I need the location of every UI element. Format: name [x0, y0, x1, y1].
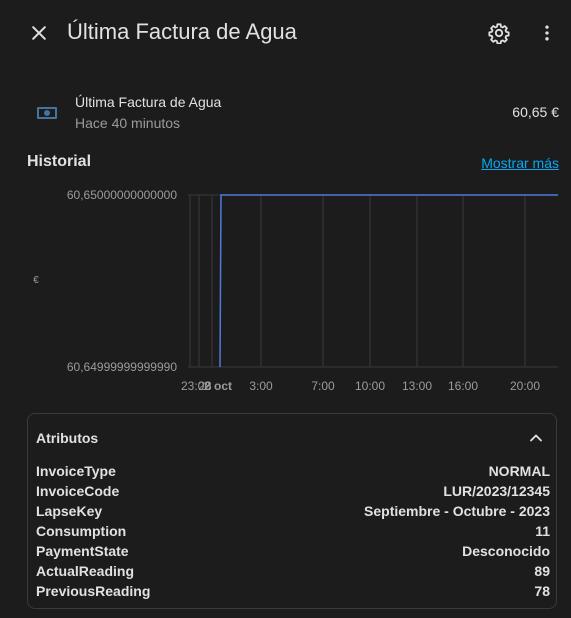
x-tick-label: 7:00 [311, 379, 335, 393]
entity-last-changed: Hace 40 minutos [75, 115, 181, 131]
entity-state: 60,65 € [512, 104, 559, 120]
attribute-key: ActualReading [36, 563, 135, 579]
attribute-key: InvoiceType [36, 463, 116, 479]
y-axis-label: € [33, 275, 39, 286]
x-tick-label: 10:00 [355, 379, 385, 393]
attribute-value: 89 [534, 563, 550, 579]
entity-name: Última Factura de Agua [75, 94, 222, 110]
x-tick-label: 3:00 [249, 379, 273, 393]
history-title: Historial [27, 153, 92, 170]
attribute-row: LapseKey Septiembre - Octubre - 2023 [36, 503, 550, 523]
attribute-value: Desconocido [462, 543, 550, 559]
attribute-value: LUR/2023/12345 [443, 483, 550, 499]
cash-icon [37, 107, 57, 119]
chevron-up-icon[interactable] [526, 428, 546, 448]
close-button[interactable] [19, 13, 59, 53]
settings-button[interactable] [479, 13, 519, 53]
attribute-row: Consumption 11 [36, 523, 550, 543]
attributes-title: Atributos [36, 430, 99, 446]
attributes-list: InvoiceType NORMAL InvoiceCode LUR/2023/123… [36, 463, 550, 603]
x-tick-label: 13:00 [402, 379, 432, 393]
attribute-value: 78 [534, 583, 550, 599]
attribute-key: PreviousReading [36, 583, 151, 599]
dialog-title: Última Factura de Agua [67, 19, 297, 44]
series-line [219, 194, 558, 368]
attribute-value: 11 [535, 523, 550, 539]
x-tick-label: 16:00 [448, 379, 478, 393]
gear-icon [488, 23, 510, 44]
attribute-key: LapseKey [36, 503, 103, 519]
attribute-row: InvoiceCode LUR/2023/12345 [36, 483, 550, 503]
show-more-link[interactable]: Mostrar más [481, 155, 559, 171]
attribute-row: PaymentState Desconocido [36, 543, 550, 563]
more-options-button[interactable] [527, 13, 567, 53]
dialog-header: Última Factura de Agua [0, 0, 571, 64]
attribute-row: InvoiceType NORMAL [36, 463, 550, 483]
attribute-row: ActualReading 89 [36, 563, 550, 583]
attribute-key: PaymentState [36, 543, 129, 559]
close-icon [32, 26, 46, 40]
attribute-row: PreviousReading 78 [36, 583, 550, 603]
y-tick-label: 60,65000000000000 [67, 188, 177, 202]
attributes-card: Atributos InvoiceType NORMAL InvoiceCode LU… [27, 413, 557, 609]
attribute-key: InvoiceCode [36, 483, 120, 499]
entity-row: Última Factura de Agua Hace 40 minutos 6… [0, 86, 571, 138]
x-tick-label: 20:00 [510, 379, 540, 393]
y-tick-label: 60,64999999999990 [67, 360, 177, 374]
attribute-value: Septiembre - Octubre - 2023 [364, 503, 550, 519]
attribute-key: Consumption [36, 523, 127, 539]
history-chart: € 60,6500000000000060,64999999999990 23:… [33, 188, 558, 393]
x-tick-label: 2 oct [204, 379, 232, 393]
more-vertical-icon [545, 25, 549, 41]
attribute-value: NORMAL [488, 463, 550, 479]
